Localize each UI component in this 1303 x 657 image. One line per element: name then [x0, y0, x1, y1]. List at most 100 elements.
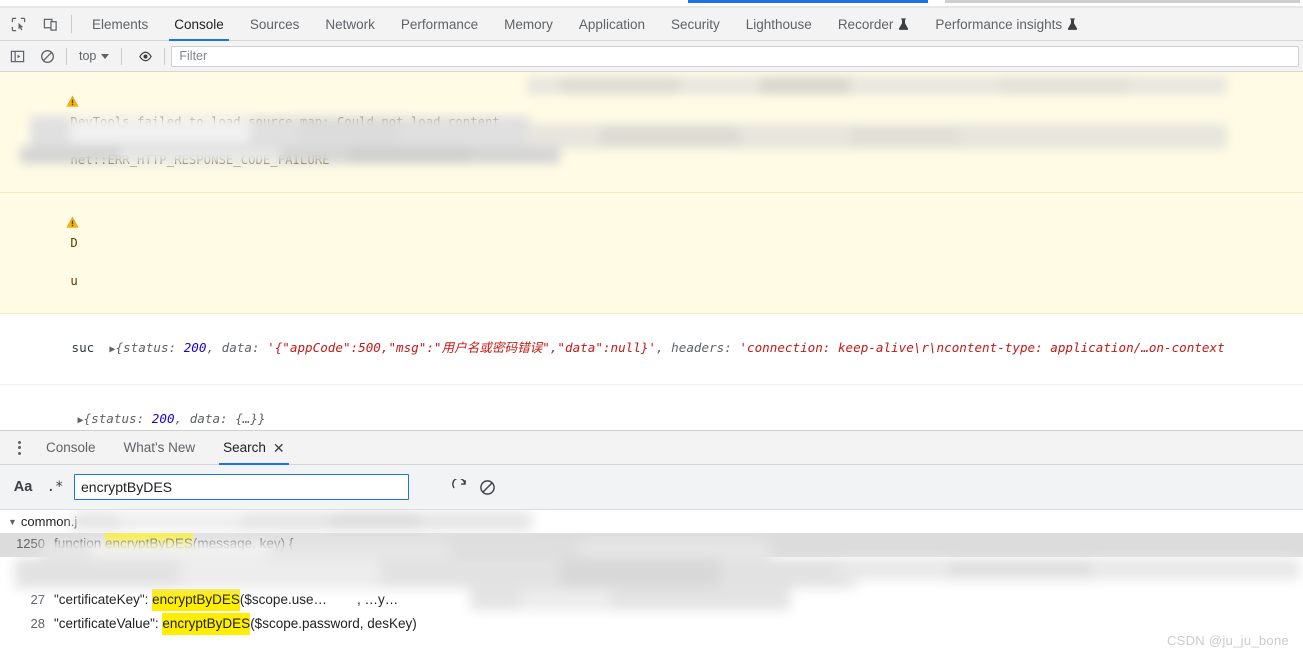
experiment-flask-icon: [898, 17, 909, 31]
result-line-number: 28: [30, 616, 45, 631]
more-options-kebab-icon[interactable]: [6, 440, 32, 455]
live-expression-eye-icon[interactable]: [132, 43, 158, 69]
result-line-number: 1250: [16, 536, 45, 551]
toolbar-divider: [66, 47, 67, 65]
tab-label: Application: [578, 16, 645, 32]
log-status: 200: [183, 340, 207, 355]
devtools-window: Elements Console Sources Network Perform…: [0, 0, 1303, 657]
drawer-tab-label: Search: [223, 440, 266, 455]
search-result-file-header[interactable]: ▼ common.j: [0, 510, 1303, 533]
execution-context-selector[interactable]: top: [73, 46, 115, 66]
tab-label: Memory: [504, 16, 553, 32]
log-data: {…}}: [235, 411, 266, 426]
csdn-watermark: CSDN @ju_ju_bone: [1166, 633, 1289, 648]
log-prefix: {status:: [83, 411, 152, 426]
tab-elements[interactable]: Elements: [79, 8, 161, 41]
result-line-number: 27: [30, 592, 45, 607]
warning-line-2: net::ERR_HTTP_RESPONSE_CODE_FAILURE: [70, 153, 330, 167]
log-headers-value: 'connection: keep-alive\r\ncontent-type:…: [739, 340, 1225, 355]
drawer-tab-label: Console: [46, 440, 96, 455]
result-text-after: ($scope.use… , …y…: [239, 592, 399, 607]
console-filter-toolbar: top: [0, 41, 1303, 72]
console-filter-input[interactable]: [171, 45, 1299, 67]
tab-performance-insights[interactable]: Performance insights: [922, 8, 1091, 41]
drawer-tab-console[interactable]: Console: [32, 430, 110, 465]
drawer-tab-label: What's New: [123, 440, 196, 455]
tab-label: Elements: [92, 16, 149, 32]
warning-triangle-icon: [7, 197, 79, 228]
clear-icon[interactable]: [473, 473, 501, 501]
console-sidebar-icon[interactable]: [4, 43, 30, 69]
toolbar-divider: [71, 15, 72, 33]
drawer-tabbar: Console What's New Search ✕: [0, 430, 1303, 465]
log-headers-key: , headers:: [656, 340, 740, 355]
console-log-row[interactable]: suc ▶{status: 200, data: '{"appCode":500…: [0, 314, 1303, 385]
clear-console-icon[interactable]: [34, 43, 60, 69]
regex-icon[interactable]: .*: [44, 479, 66, 495]
tab-label: Recorder: [837, 16, 894, 32]
expand-triangle-icon[interactable]: ▶: [78, 415, 84, 426]
inspect-element-icon[interactable]: [4, 10, 32, 38]
console-warning-message-redacted[interactable]: D u: [0, 193, 1303, 314]
experiment-flask-icon: [1067, 17, 1078, 31]
tab-label: Lighthouse: [745, 16, 812, 32]
tab-security[interactable]: Security: [658, 8, 733, 41]
result-match-highlight: encryptByDES: [105, 533, 193, 555]
tab-recorder[interactable]: Recorder: [825, 8, 923, 41]
execution-context-label: top: [79, 49, 97, 63]
refresh-icon[interactable]: [445, 473, 473, 501]
tab-performance[interactable]: Performance: [388, 8, 491, 41]
drawer-tab-search[interactable]: Search ✕: [209, 430, 299, 465]
tab-network[interactable]: Network: [312, 8, 388, 41]
chevron-down-icon: [101, 53, 110, 59]
tab-label: Performance insights: [935, 16, 1063, 32]
search-result-row[interactable]: 28 "certificateValue": encryptByDES ($sco…: [0, 613, 1303, 637]
log-data: '{"appCode":500,"msg":"用户名或密码错误","data":…: [267, 340, 656, 355]
console-message-list[interactable]: DevTools failed to load source map: Coul…: [0, 72, 1303, 430]
console-log-row[interactable]: ▶{status: 200, data: {…}}: [0, 385, 1303, 430]
expand-triangle-icon[interactable]: ▶: [109, 344, 115, 355]
drawer-tab-whats-new[interactable]: What's New: [110, 430, 210, 465]
close-icon[interactable]: ✕: [273, 441, 285, 455]
result-text-before: "certificateValue":: [54, 616, 163, 631]
log-mid: , data:: [174, 411, 236, 426]
console-warning-message[interactable]: DevTools failed to load source map: Coul…: [0, 72, 1303, 193]
tab-label: Console: [174, 16, 224, 32]
match-case-icon[interactable]: Aa: [11, 479, 35, 495]
tab-console[interactable]: Console: [161, 8, 237, 41]
search-toolbar: Aa .*: [0, 465, 1303, 510]
tab-lighthouse[interactable]: Lighthouse: [733, 8, 825, 41]
tab-label: Network: [325, 16, 375, 32]
tab-label: Security: [670, 16, 720, 32]
search-result-row[interactable]: 1250 function encryptByDES (message, key)…: [0, 533, 1303, 557]
device-toolbar-icon[interactable]: [36, 10, 64, 38]
tab-sources[interactable]: Sources: [237, 8, 313, 41]
search-result-filename: common.j: [20, 514, 78, 529]
search-result-row-redacted[interactable]: ..encrypt pas: [0, 557, 1303, 589]
devtools-tabbar: Elements Console Sources Network Perform…: [0, 8, 1303, 41]
browser-tab-inactive-indicator: [945, 0, 1300, 3]
result-match-highlight: encryptByDES: [162, 613, 251, 635]
expand-triangle-icon[interactable]: ▼: [8, 517, 17, 527]
search-results-list[interactable]: ▼ common.j 1250 function encryptByDES (me…: [0, 510, 1303, 657]
tab-label: Sources: [249, 16, 300, 32]
result-text-before: function: [54, 536, 106, 551]
log-prefix: {status:: [115, 340, 184, 355]
result-text-before: "certificateKey":: [54, 592, 153, 607]
warning-triangle-icon: [7, 76, 79, 107]
tab-application[interactable]: Application: [566, 8, 658, 41]
tab-memory[interactable]: Memory: [491, 8, 566, 41]
warning-line-2: u: [70, 274, 78, 288]
warning-line-1: DevTools failed to load source map: Coul…: [70, 115, 500, 129]
search-result-row[interactable]: 27 "certificateKey": encryptByDES ($scope…: [0, 589, 1303, 613]
toolbar-divider: [164, 47, 166, 65]
log-mid: , data:: [206, 340, 268, 355]
result-text-after: (message, key) {: [192, 536, 294, 551]
warning-line-1: D: [70, 236, 78, 250]
result-match-highlight: encryptByDES: [152, 589, 240, 611]
tab-label: Performance: [400, 16, 479, 32]
browser-tab-active-indicator: [688, 0, 928, 3]
log-status: 200: [151, 411, 175, 426]
log-source-label: suc: [71, 340, 95, 355]
search-input[interactable]: [74, 474, 409, 500]
